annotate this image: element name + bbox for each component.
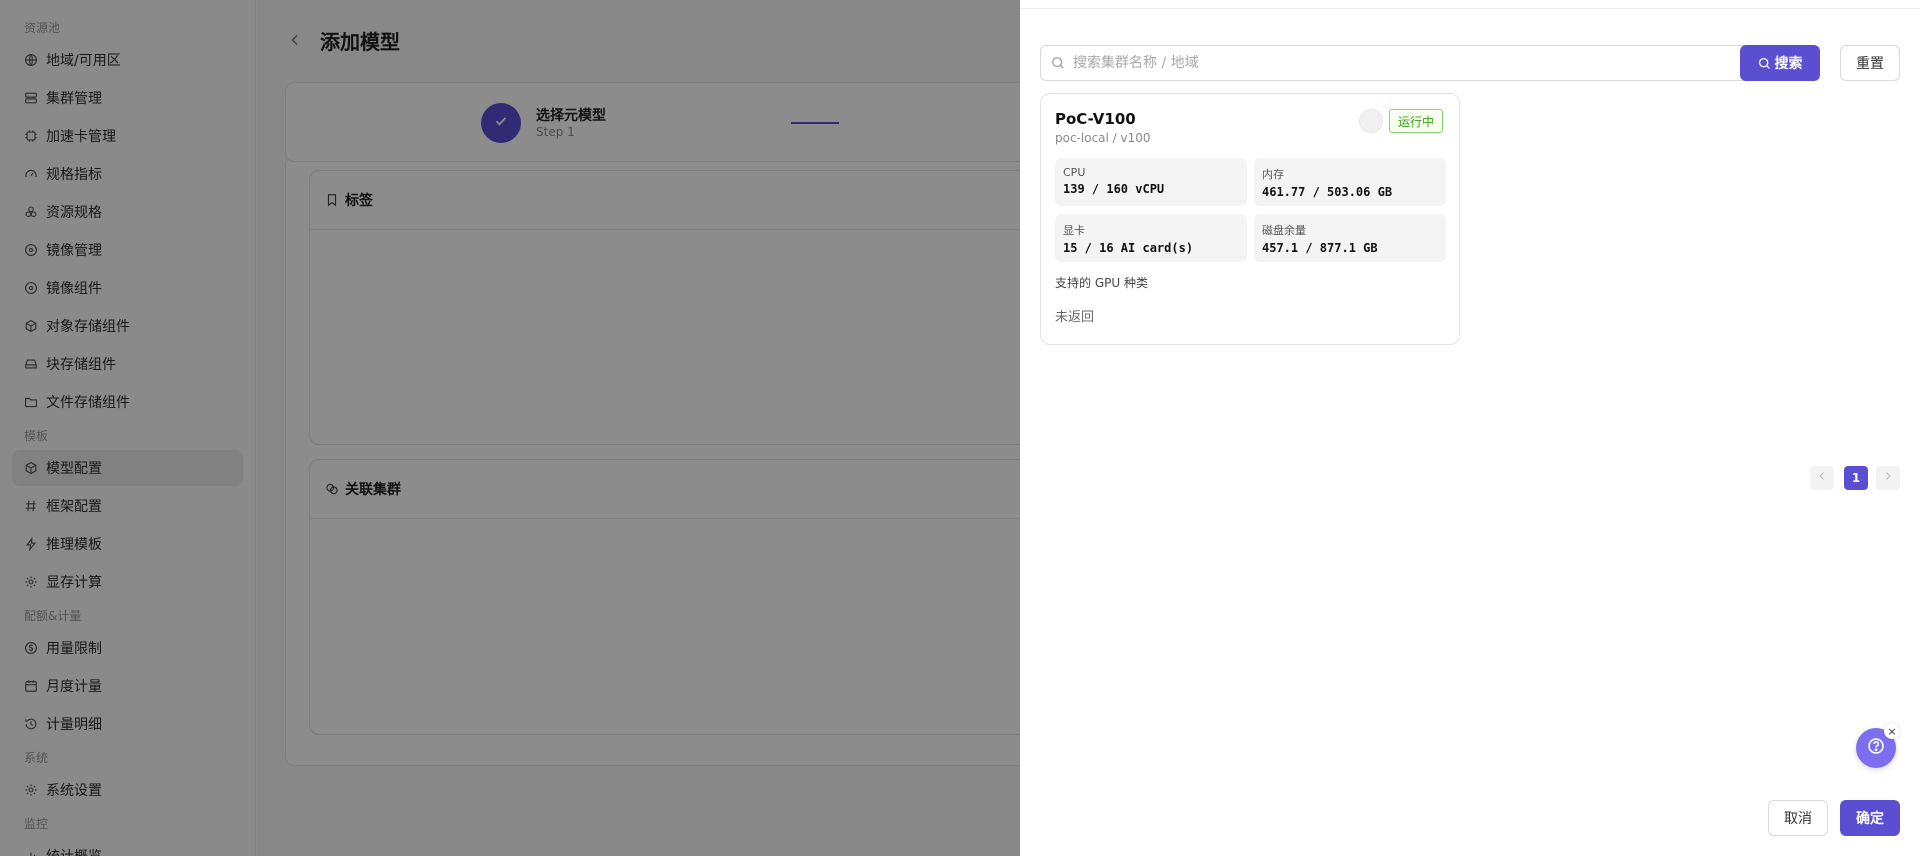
confirm-button[interactable]: 确定 (1840, 800, 1900, 836)
search-button[interactable]: 搜索 (1740, 45, 1820, 81)
pagination-next[interactable] (1876, 466, 1900, 490)
gpu-types-value: 未返回 (1055, 310, 1095, 325)
pagination-prev[interactable] (1810, 466, 1834, 490)
metric-value: 457.1 / 877.1 GB (1262, 241, 1378, 255)
metric-disk: 磁盘余量 457.1 / 877.1 GB (1254, 214, 1446, 262)
cancel-button[interactable]: 取消 (1768, 800, 1828, 836)
cluster-select-radio[interactable] (1359, 109, 1383, 133)
metric-value: 15 / 16 AI card(s) (1063, 241, 1194, 255)
cluster-card[interactable]: PoC-V100 poc-local / v100 运行中 CPU 139 / … (1040, 93, 1460, 345)
pagination-page[interactable]: 1 (1844, 466, 1868, 490)
search-button-label: 搜索 (1774, 56, 1803, 72)
cluster-region: poc-local / v100 (1055, 131, 1151, 145)
search-icon (1758, 57, 1771, 70)
cluster-select-drawer: 搜索 重置 PoC-V100 poc-local / v100 运行中 CPU … (1020, 0, 1920, 856)
metric-label: 显卡 (1063, 224, 1085, 237)
metric-cpu: CPU 139 / 160 vCPU (1055, 158, 1247, 206)
gpu-types-label: 支持的 GPU 种类 (1055, 276, 1148, 290)
help-close-button[interactable]: × (1884, 723, 1900, 739)
chevron-right-icon (1882, 470, 1894, 486)
help-icon (1867, 737, 1885, 759)
search-field[interactable] (1040, 45, 1751, 81)
close-icon: × (1887, 724, 1897, 738)
reset-button[interactable]: 重置 (1840, 45, 1900, 81)
metric-value: 461.77 / 503.06 GB (1262, 185, 1393, 199)
metric-gpu: 显卡 15 / 16 AI card(s) (1055, 214, 1247, 262)
metric-value: 139 / 160 vCPU (1063, 182, 1165, 196)
drawer-header-divider (1020, 8, 1920, 9)
metric-label: 内存 (1262, 168, 1284, 181)
search-input[interactable] (1073, 55, 1733, 71)
search-icon (1051, 56, 1065, 70)
cluster-name: PoC-V100 (1055, 110, 1136, 128)
chevron-left-icon (1816, 470, 1828, 486)
metric-memory: 内存 461.77 / 503.06 GB (1254, 158, 1446, 206)
metric-label: CPU (1063, 166, 1086, 179)
metric-label: 磁盘余量 (1262, 224, 1306, 237)
status-badge: 运行中 (1389, 109, 1444, 133)
